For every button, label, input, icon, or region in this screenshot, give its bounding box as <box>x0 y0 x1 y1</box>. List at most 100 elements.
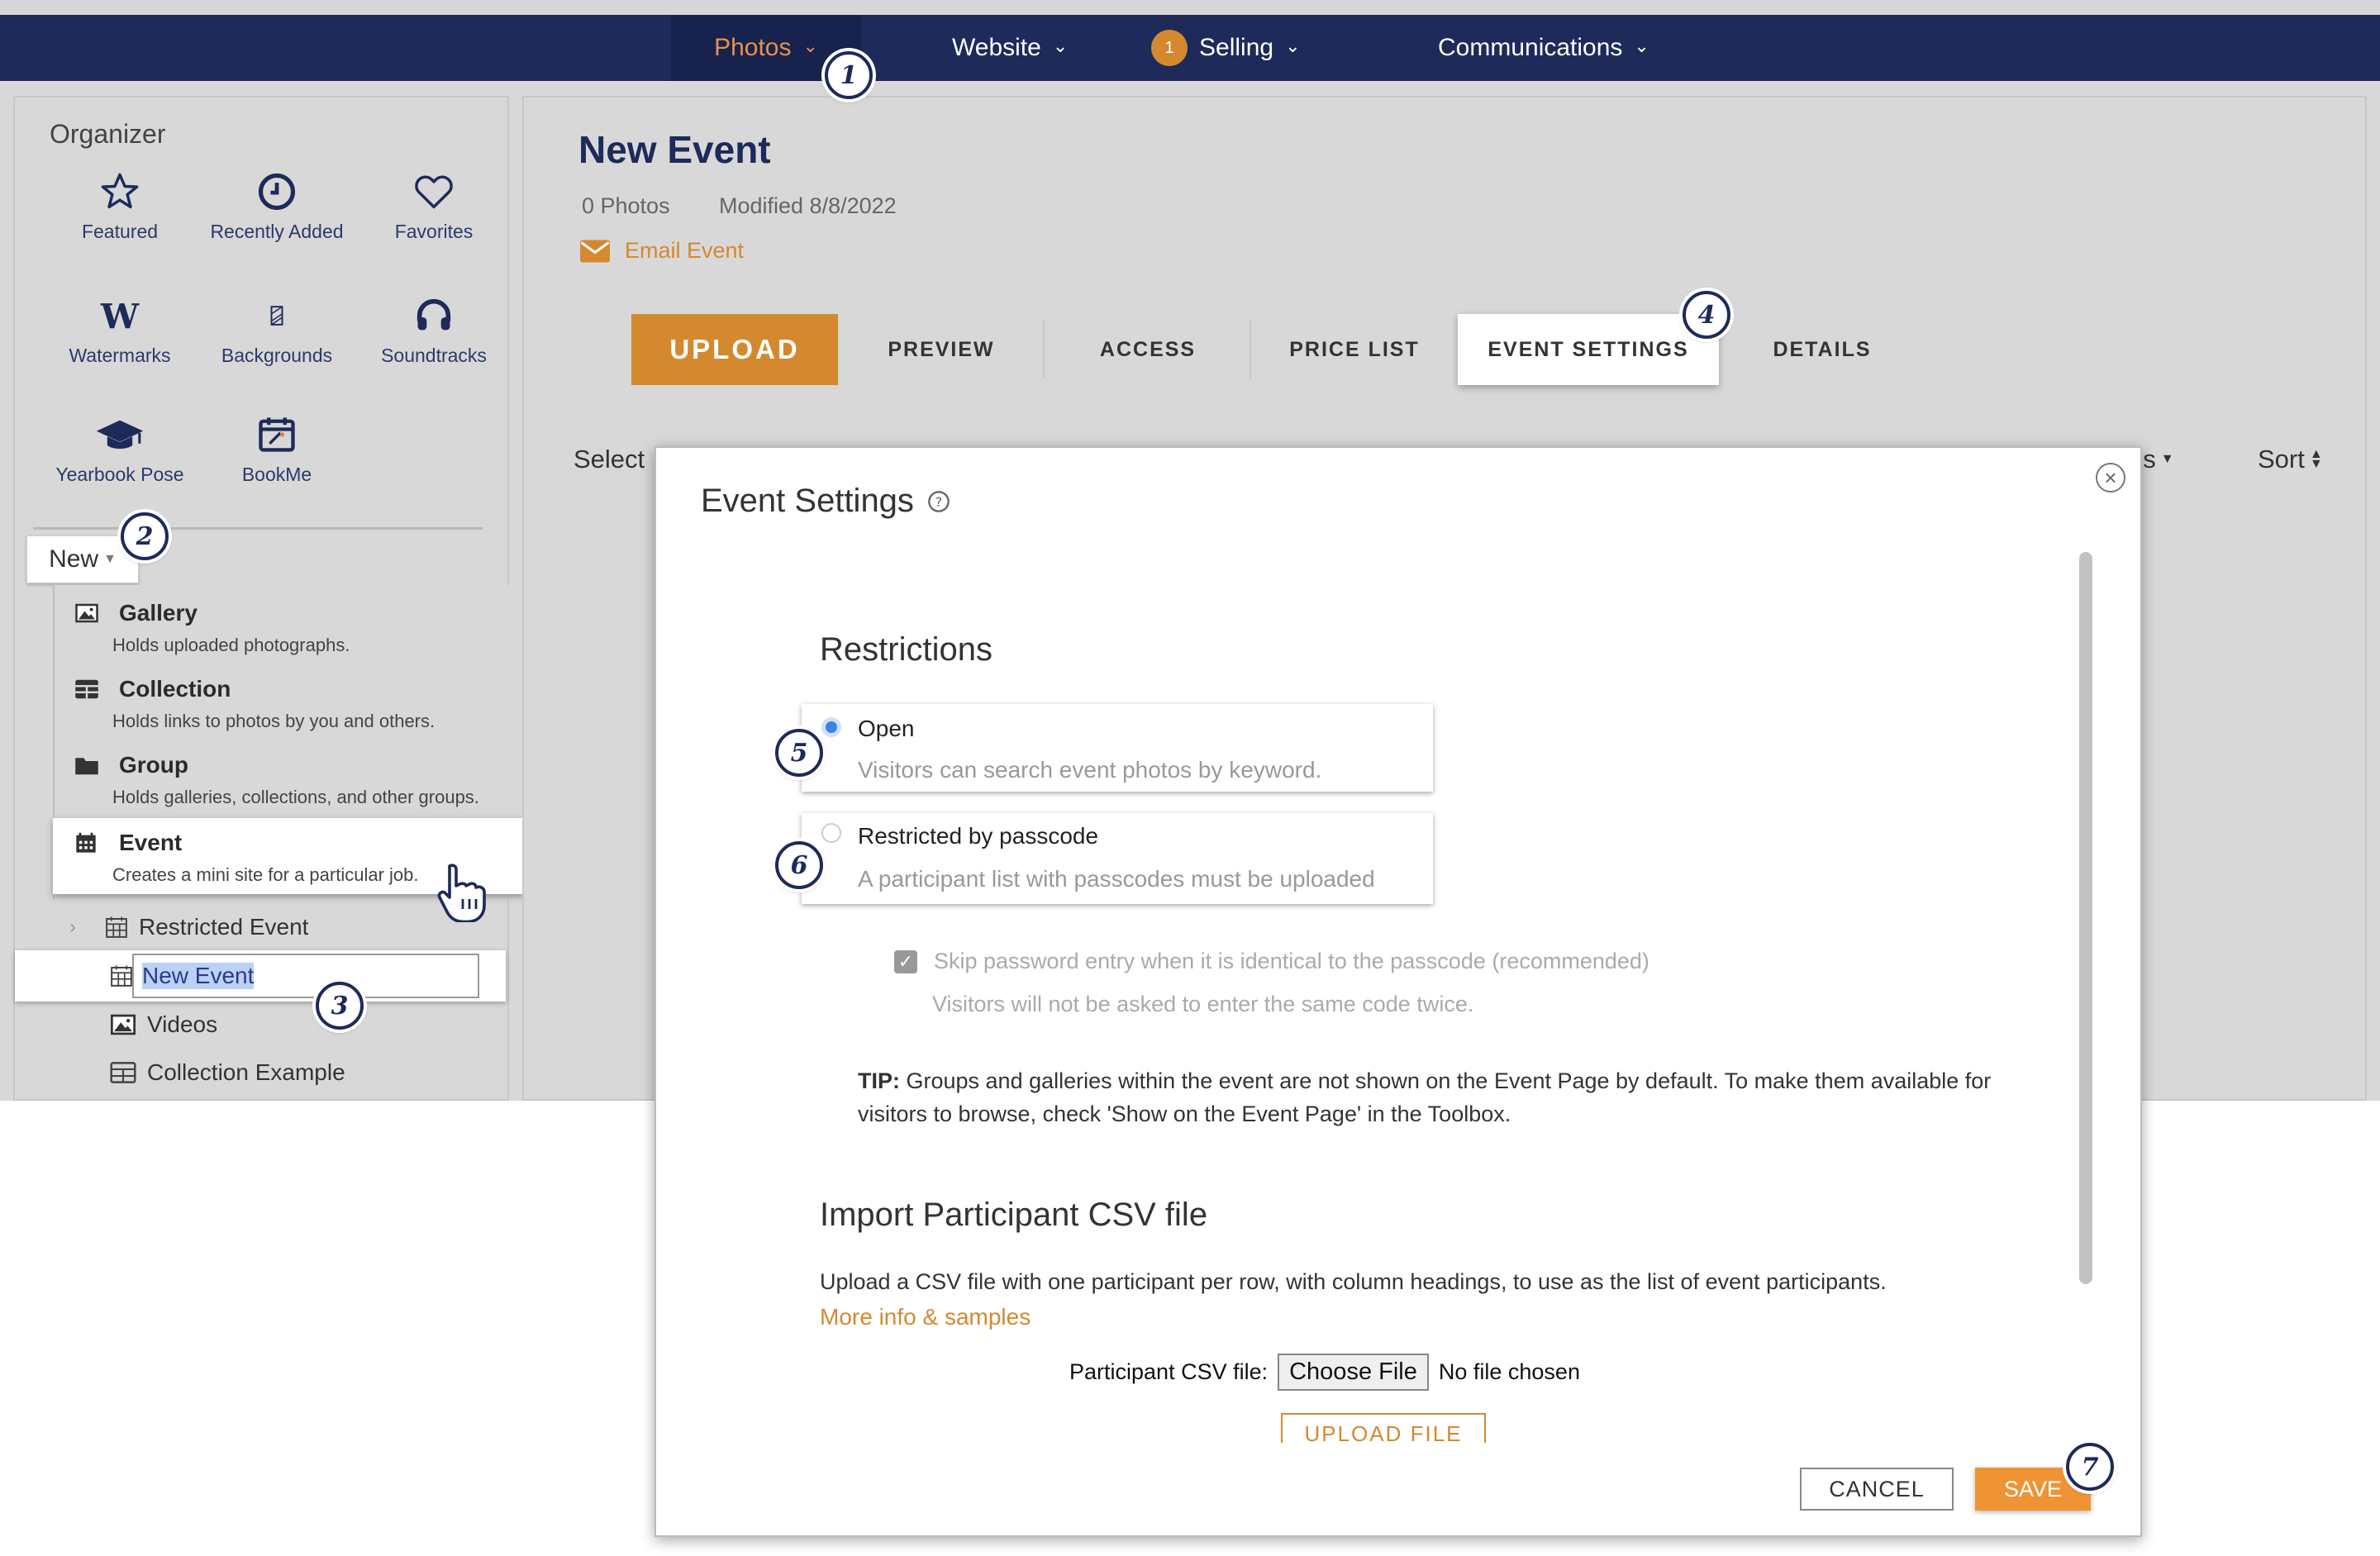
organizer-label: Yearbook Pose <box>55 464 184 485</box>
sort-menu[interactable]: Sort ▲ ▼ <box>2258 445 2323 474</box>
tab-event-settings[interactable]: EVENT SETTINGS <box>1458 314 1719 385</box>
organizer-recently-added[interactable]: Recently Added <box>207 170 347 245</box>
menu-title: Group <box>119 752 188 778</box>
organizer-soundtracks[interactable]: Soundtracks <box>364 294 504 369</box>
modified-date: Modified 8/8/2022 <box>719 193 897 218</box>
chevron-down-icon: ⌄ <box>802 36 818 56</box>
tip-text: TIP: Groups and galleries within the eve… <box>858 1064 2056 1130</box>
skip-password-label: Skip password entry when it is identical… <box>934 949 1649 973</box>
callout-marker: 3 <box>316 982 364 1030</box>
callout-marker: 5 <box>775 729 823 777</box>
hand-pointer-icon <box>437 864 486 922</box>
tree-item-restricted-event[interactable]: › Restricted Event <box>69 914 308 940</box>
chevron-right-icon: › <box>69 916 76 938</box>
tab-upload[interactable]: UPLOAD <box>631 314 838 385</box>
tip-label: TIP: <box>858 1068 900 1093</box>
option-desc: Visitors can search event photos by keyw… <box>858 757 1322 783</box>
new-menu-gallery[interactable]: Gallery Holds uploaded photographs. <box>53 588 524 664</box>
tree-item-videos[interactable]: Videos <box>109 1011 217 1038</box>
new-menu-group[interactable]: Group Holds galleries, collections, and … <box>53 740 524 816</box>
tree-item-label: Videos <box>147 1011 218 1037</box>
skip-password-checkbox-row[interactable]: ✓ Skip password entry when it is identic… <box>894 949 1649 974</box>
tab-access[interactable]: ACCESS <box>1045 314 1251 385</box>
skip-password-checkbox[interactable]: ✓ <box>894 949 917 973</box>
headphones-icon <box>416 298 451 331</box>
graduation-cap-icon <box>96 420 144 450</box>
close-icon[interactable]: × <box>2096 463 2125 492</box>
csv-file-label: Participant CSV file: <box>1069 1359 1269 1384</box>
collection-icon <box>110 1062 136 1083</box>
organizer-bookme[interactable]: BookMe <box>207 413 347 488</box>
new-button-label: New <box>49 545 99 573</box>
nav-website[interactable]: Website ⌄ <box>952 15 1068 81</box>
more-info-link[interactable]: More info & samples <box>820 1304 1031 1330</box>
organizer-label: Favorites <box>394 221 474 242</box>
callout-marker: 4 <box>1683 291 1730 339</box>
no-file-text: No file chosen <box>1438 1359 1580 1384</box>
dialog-title-text: Event Settings <box>701 483 914 519</box>
image-icon <box>75 603 98 623</box>
tab-details[interactable]: DETAILS <box>1719 314 1925 385</box>
calendar-icon <box>111 965 132 987</box>
top-strip <box>0 0 2380 15</box>
calendar-icon <box>259 417 295 452</box>
sidebar-divider <box>33 527 483 530</box>
tab-price-list[interactable]: PRICE LIST <box>1251 314 1458 385</box>
callout-marker: 1 <box>825 51 873 99</box>
option-open[interactable]: Open Visitors can search event photos by… <box>802 704 1433 792</box>
email-event-link[interactable]: Email Event <box>580 238 744 264</box>
page-title: New Event <box>578 128 771 171</box>
upload-file-button[interactable]: UPLOAD FILE <box>1281 1413 1486 1443</box>
import-heading: Import Participant CSV file <box>820 1197 1208 1233</box>
email-event-label: Email Event <box>625 238 745 263</box>
svg-text:W: W <box>100 296 140 336</box>
radio-restricted[interactable] <box>821 823 841 843</box>
chevron-down-icon: ⌄ <box>1285 36 1301 56</box>
option-title: Restricted by passcode <box>858 823 1099 849</box>
rename-input-value: New Event <box>142 963 255 989</box>
cancel-button[interactable]: CANCEL <box>1800 1468 1954 1511</box>
organizer-yearbook-pose[interactable]: Yearbook Pose <box>50 413 190 488</box>
nav-communications-label: Communications <box>1438 34 1623 61</box>
select-menu[interactable]: Select <box>574 445 645 474</box>
nav-selling-label: Selling <box>1199 34 1274 61</box>
new-menu-collection[interactable]: Collection Holds links to photos by you … <box>53 664 524 740</box>
clock-icon <box>258 173 296 211</box>
tab-preview[interactable]: PREVIEW <box>838 314 1045 385</box>
image-icon <box>111 1014 136 1035</box>
organizer-favorites[interactable]: Favorites <box>364 170 504 245</box>
sort-icon: ▲ ▼ <box>2309 447 2323 471</box>
restrictions-heading: Restrictions <box>820 631 992 668</box>
calendar-icon <box>106 916 127 938</box>
organizer-watermarks[interactable]: W Watermarks <box>50 294 190 369</box>
nav-selling[interactable]: 1 Selling ⌄ <box>1151 15 1301 81</box>
organizer-backgrounds[interactable]: Backgrounds <box>207 294 347 369</box>
option-restricted-by-passcode[interactable]: Restricted by passcode A participant lis… <box>802 813 1433 904</box>
radio-open[interactable] <box>821 717 841 737</box>
caret-down-icon: ▼ <box>2160 452 2174 466</box>
sort-menu-label: Sort <box>2258 445 2305 473</box>
chevron-down-icon: ⌄ <box>1052 36 1069 56</box>
svg-text:?: ? <box>935 493 943 509</box>
collection-icon <box>75 679 98 699</box>
choose-file-button[interactable]: Choose File <box>1278 1354 1429 1391</box>
nav-communications[interactable]: Communications ⌄ <box>1438 15 1649 81</box>
menu-title: Event <box>119 830 183 855</box>
notification-badge: 1 <box>1151 30 1188 66</box>
tree-item-collection-example[interactable]: Collection Example <box>109 1059 345 1086</box>
caret-down-icon: ▼ <box>103 552 117 566</box>
watermark-icon: W <box>100 296 140 336</box>
organizer-featured[interactable]: Featured <box>50 170 190 245</box>
organizer-label: Soundtracks <box>381 345 487 366</box>
menu-desc: Holds uploaded photographs. <box>112 635 350 655</box>
import-desc: Upload a CSV file with one participant p… <box>820 1269 1887 1294</box>
rename-event-input[interactable]: New Event <box>132 954 479 998</box>
option-desc: A participant list with passcodes must b… <box>858 866 1375 892</box>
dialog-scrollbar[interactable] <box>2079 552 2092 1284</box>
organizer-label: Backgrounds <box>221 345 333 366</box>
nav-photos-label: Photos <box>714 34 792 61</box>
menu-title: Gallery <box>119 600 198 626</box>
help-icon[interactable]: ? <box>927 490 950 513</box>
star-icon <box>101 173 139 209</box>
option-title: Open <box>858 716 915 741</box>
